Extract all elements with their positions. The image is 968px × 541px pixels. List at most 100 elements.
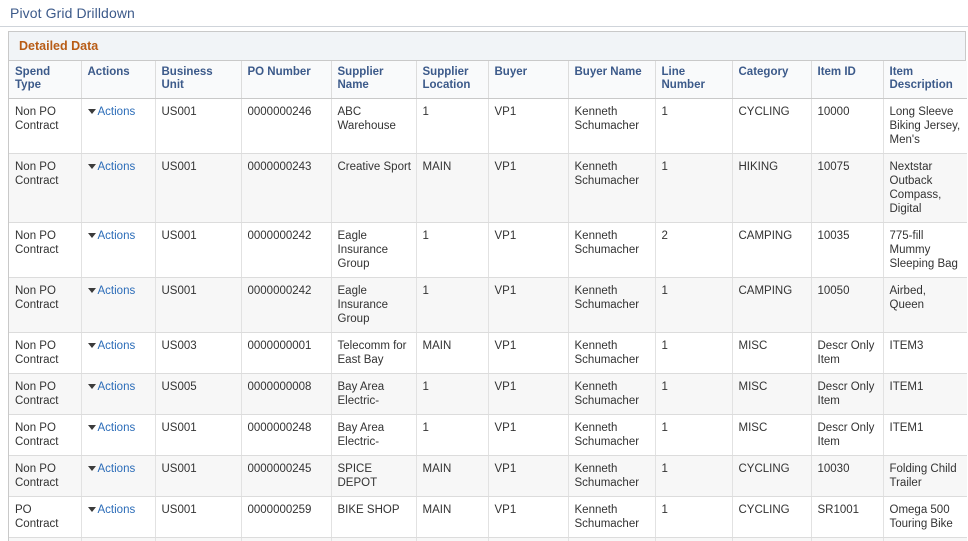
- cell-spend-type: Non PO Contract: [9, 222, 82, 278]
- chevron-down-icon: [87, 465, 96, 471]
- chevron-down-icon: [87, 108, 96, 114]
- cell-business-unit: US001: [155, 537, 242, 541]
- cell-buyer-name: Kenneth Schumacher: [568, 277, 656, 333]
- actions-link[interactable]: Actions: [98, 230, 136, 242]
- cell-buyer: VP1: [488, 277, 569, 333]
- cell-line-number: 2: [655, 222, 733, 278]
- cell-supplier-name: Telecomm for East Bay: [331, 332, 417, 374]
- chevron-down-icon: [87, 232, 96, 238]
- cell-category: MISC: [732, 332, 812, 374]
- cell-item-description: Folding Child Trailer: [883, 455, 967, 497]
- cell-business-unit: US005: [155, 373, 242, 415]
- column-header-po-number[interactable]: PO Number: [241, 61, 332, 99]
- cell-supplier-location: MAIN: [416, 537, 489, 541]
- cell-line-number: 1: [655, 373, 733, 415]
- cell-buyer: VP1: [488, 373, 569, 415]
- chevron-down-icon: [87, 506, 96, 512]
- actions-link[interactable]: Actions: [98, 504, 136, 516]
- cell-po-number: 0000000246: [241, 98, 332, 154]
- chevron-down-icon: [87, 342, 96, 348]
- actions-link[interactable]: Actions: [98, 381, 136, 393]
- cell-actions[interactable]: Actions: [81, 332, 156, 374]
- cell-supplier-name: SPICE DEPOT: [331, 455, 417, 497]
- cell-spend-type: Non PO Contract: [9, 332, 82, 374]
- table-row: Non PO Contract Actions US005 0000000008 Bay…: [9, 373, 967, 415]
- cell-actions[interactable]: Actions: [81, 153, 156, 223]
- actions-link[interactable]: Actions: [98, 463, 136, 475]
- cell-category: CYCLING: [732, 455, 812, 497]
- cell-supplier-name: Eagle Insurance Group: [331, 222, 417, 278]
- actions-link[interactable]: Actions: [98, 422, 136, 434]
- cell-supplier-name: BIKE SHOP: [331, 496, 417, 538]
- cell-supplier-name: Bay Area Electric-: [331, 414, 417, 456]
- cell-actions[interactable]: Actions: [81, 222, 156, 278]
- cell-actions[interactable]: Actions: [81, 455, 156, 497]
- cell-item-id: 10030: [811, 455, 884, 497]
- table-row: Non PO Contract Actions US001 0000000248 Bay…: [9, 414, 967, 456]
- cell-buyer-name: Kenneth Schumacher: [568, 496, 656, 538]
- column-header-line-number[interactable]: Line Number: [655, 61, 733, 99]
- cell-supplier-location: 1: [416, 414, 489, 456]
- actions-link[interactable]: Actions: [98, 106, 136, 118]
- table-row: Non PO Contract Actions US001 0000000243 Cre…: [9, 153, 967, 223]
- cell-actions[interactable]: Actions: [81, 496, 156, 538]
- column-header-buyer-name[interactable]: Buyer Name: [568, 61, 656, 99]
- cell-item-description: ITEM1: [883, 414, 967, 456]
- cell-actions[interactable]: Actions: [81, 414, 156, 456]
- cell-category: CYCLING: [732, 496, 812, 538]
- cell-spend-type: Non PO Contract: [9, 373, 82, 415]
- table-row: Non PO Contract Actions US001 0000000246 ABC…: [9, 98, 967, 154]
- cell-po-number: 0000000001: [241, 332, 332, 374]
- column-header-buyer[interactable]: Buyer: [488, 61, 569, 99]
- cell-buyer-name: Kenneth Schumacher: [568, 222, 656, 278]
- cell-buyer: VP1: [488, 222, 569, 278]
- cell-item-description: ITEM3: [883, 332, 967, 374]
- cell-actions[interactable]: Actions: [81, 98, 156, 154]
- cell-buyer: VP1: [488, 332, 569, 374]
- column-header-item-id[interactable]: Item ID: [811, 61, 884, 99]
- cell-supplier-name: BIKE SHOP: [331, 537, 417, 541]
- cell-supplier-name: Eagle Insurance Group: [331, 277, 417, 333]
- cell-line-number: 1: [655, 153, 733, 223]
- cell-business-unit: US001: [155, 414, 242, 456]
- column-header-supplier-name[interactable]: Supplier Name: [331, 61, 417, 99]
- cell-buyer: VP1: [488, 537, 569, 541]
- cell-line-number: 1: [655, 414, 733, 456]
- column-header-item-description[interactable]: Item Description: [883, 61, 967, 99]
- cell-item-description: ITEM1: [883, 373, 967, 415]
- cell-business-unit: US001: [155, 277, 242, 333]
- cell-supplier-location: MAIN: [416, 455, 489, 497]
- cell-spend-type: Non PO Contract: [9, 455, 82, 497]
- column-header-spend-type[interactable]: Spend Type: [9, 61, 82, 99]
- actions-link[interactable]: Actions: [98, 285, 136, 297]
- cell-actions[interactable]: Actions: [81, 537, 156, 541]
- detailed-data-panel: Detailed Data Spend Type Actions Busines…: [8, 31, 967, 541]
- column-header-category[interactable]: Category: [732, 61, 812, 99]
- page-title: Pivot Grid Drilldown: [10, 5, 135, 21]
- cell-supplier-location: 1: [416, 222, 489, 278]
- cell-spend-type: PO Contract: [9, 537, 82, 541]
- cell-spend-type: Non PO Contract: [9, 153, 82, 223]
- cell-po-number: 0000000259: [241, 496, 332, 538]
- cell-item-id: SR1001: [811, 496, 884, 538]
- table-row: PO ContractActionsUS0010000000259BIKE SH…: [9, 496, 967, 538]
- cell-business-unit: US001: [155, 153, 242, 223]
- cell-line-number: 1: [655, 277, 733, 333]
- cell-spend-type: Non PO Contract: [9, 414, 82, 456]
- column-header-actions[interactable]: Actions: [81, 61, 156, 99]
- actions-link[interactable]: Actions: [98, 161, 136, 173]
- chevron-down-icon: [87, 383, 96, 389]
- cell-business-unit: US001: [155, 455, 242, 497]
- table-header-row: Spend Type Actions Business Unit PO Numb…: [9, 61, 967, 99]
- cell-supplier-name: ABC Warehouse: [331, 98, 417, 154]
- chevron-down-icon: [87, 287, 96, 293]
- cell-actions[interactable]: Actions: [81, 373, 156, 415]
- column-header-business-unit[interactable]: Business Unit: [155, 61, 242, 99]
- actions-link[interactable]: Actions: [98, 340, 136, 352]
- cell-item-id: Descr Only Item: [811, 373, 884, 415]
- cell-supplier-location: 1: [416, 373, 489, 415]
- column-header-supplier-location[interactable]: Supplier Location: [416, 61, 489, 99]
- cell-item-description: Long Sleeve Biking Jersey, Men's: [883, 98, 967, 154]
- cell-actions[interactable]: Actions: [81, 277, 156, 333]
- cell-category: HIKING: [732, 153, 812, 223]
